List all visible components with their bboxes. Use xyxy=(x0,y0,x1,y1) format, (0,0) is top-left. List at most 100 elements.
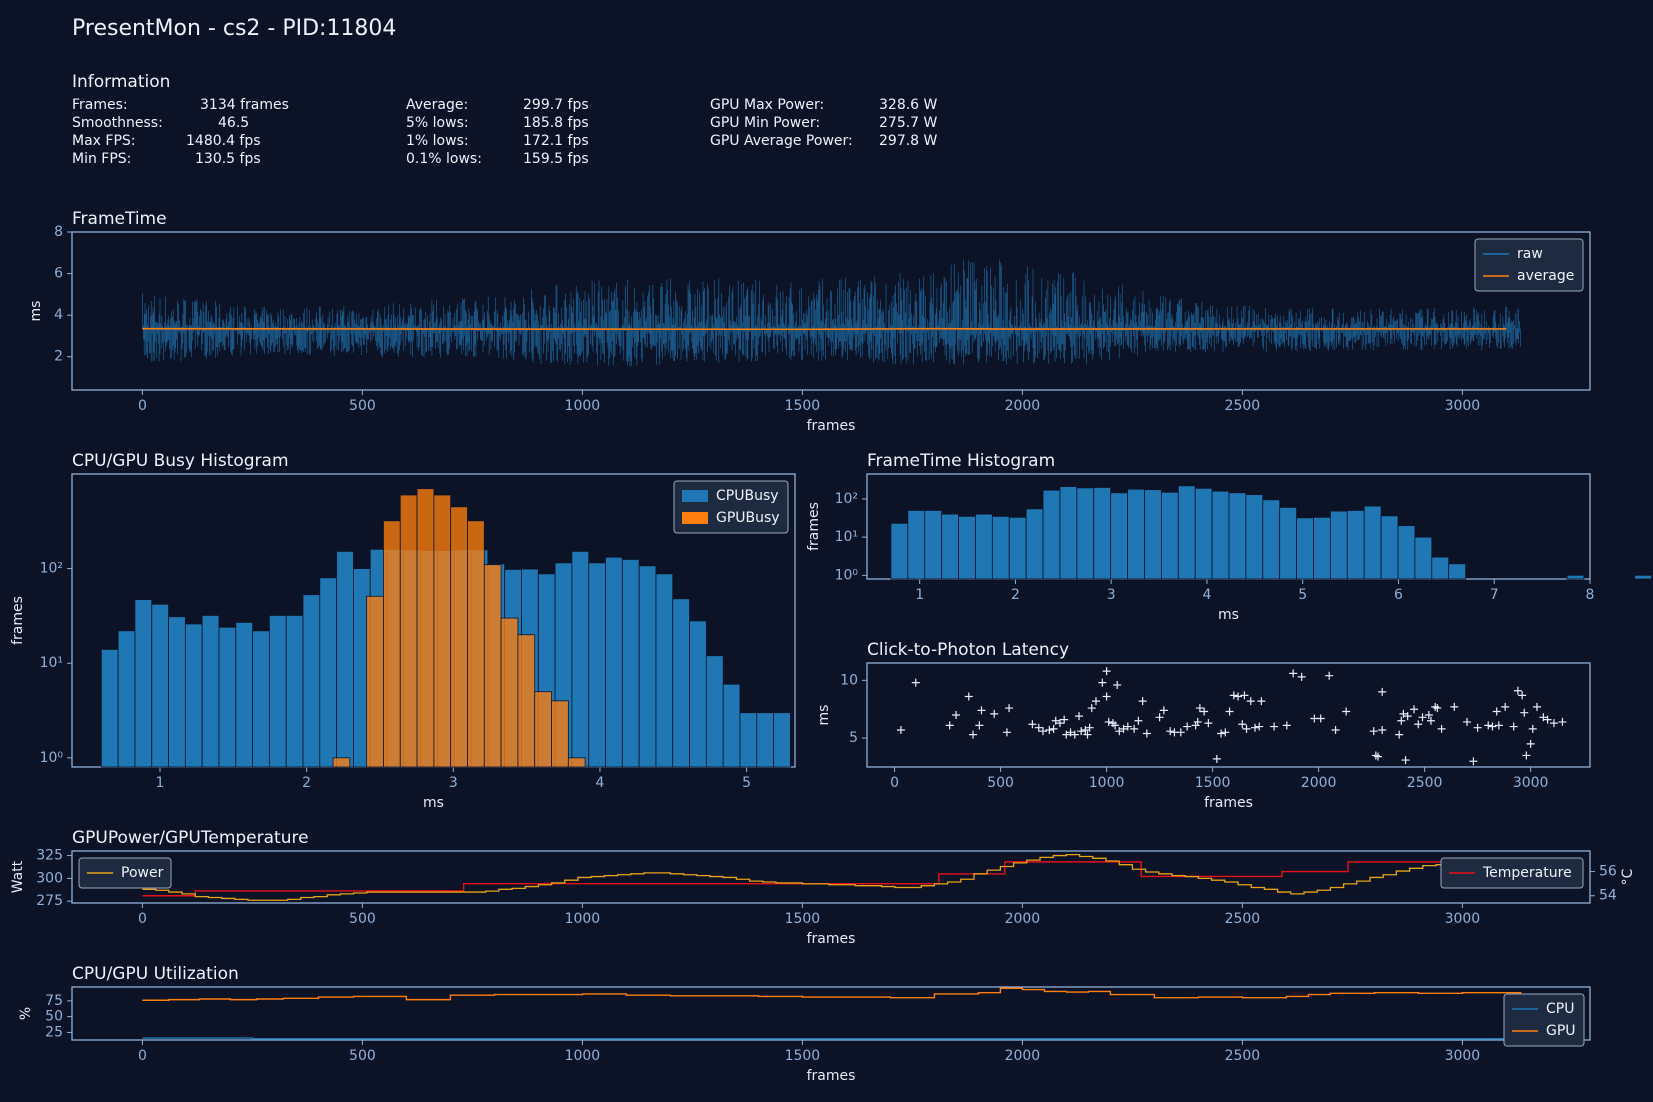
x-tick-label: 5 xyxy=(1298,587,1307,603)
bar-cpubusy xyxy=(621,559,640,768)
scatter-point xyxy=(1098,678,1107,687)
bar-frametime xyxy=(1313,516,1331,580)
y-tick-label: 10² xyxy=(40,561,63,577)
y-tick-label: 6 xyxy=(54,266,63,282)
chart-cpu-gpu-util: CPU/GPU Utilization 255075% 0 500 1000 1500 20… xyxy=(18,964,1591,1084)
scatter-point xyxy=(990,709,999,718)
scatter-point xyxy=(1509,722,1518,731)
bar-cpubusy xyxy=(302,594,321,768)
x-tick-label: 2500 xyxy=(1225,911,1261,927)
scatter-point xyxy=(1038,727,1047,736)
bar-gpubusy xyxy=(399,494,418,768)
bar-gpubusy xyxy=(366,595,384,768)
bar-frametime xyxy=(1329,510,1348,580)
scatter-point xyxy=(1034,723,1043,732)
bar-frametime xyxy=(1127,488,1145,580)
scatter-point xyxy=(975,721,984,730)
chart-title: Click-to-Photon Latency xyxy=(867,640,1069,660)
x-tick-label: 7 xyxy=(1490,587,1499,603)
bar-gpubusy xyxy=(517,634,536,768)
scatter-point xyxy=(1195,704,1204,713)
chart-title: CPU/GPU Busy Histogram xyxy=(72,451,289,471)
x-tick-label: 500 xyxy=(349,398,376,414)
x-tick-label: 1 xyxy=(156,775,165,791)
series-raw xyxy=(142,259,1521,367)
x-tick-label: 2000 xyxy=(1005,398,1041,414)
x-tick-label: 3 xyxy=(449,775,458,791)
plot-frame xyxy=(71,986,1591,1041)
scatter-point xyxy=(1378,687,1387,696)
scatter-point xyxy=(1049,724,1058,733)
y-tick-label: 10² xyxy=(835,491,858,507)
scatter-point xyxy=(1087,704,1096,713)
bar-frametime xyxy=(1346,510,1365,580)
x-axis-label: frames xyxy=(1204,795,1253,811)
y-tick-label: 75 xyxy=(45,993,63,1009)
scatter-point xyxy=(1200,707,1209,716)
scatter-point xyxy=(945,721,954,730)
bar-gpubusy xyxy=(483,564,502,768)
scatter-point xyxy=(1526,739,1535,748)
scatter-point xyxy=(1155,713,1164,722)
bar-frametime xyxy=(1397,525,1416,580)
y-tick-label: 10¹ xyxy=(835,529,858,545)
x-tick-label: 4 xyxy=(1202,587,1211,603)
x-tick-label: 0 xyxy=(890,775,899,791)
y-axis-label: ms xyxy=(816,705,832,726)
bar-frametime xyxy=(1448,563,1467,580)
plot-frame xyxy=(71,231,1591,391)
bar-cpubusy xyxy=(571,551,590,768)
bar-gpubusy xyxy=(567,757,586,768)
scatter-point xyxy=(1494,721,1503,730)
bar-cpubusy xyxy=(739,712,758,768)
y-right-tick-label: 54 xyxy=(1599,888,1617,904)
scatter-point xyxy=(1528,724,1537,733)
x-tick-label: 8 xyxy=(1586,587,1595,603)
scatter-point xyxy=(1549,719,1558,728)
legend-swatch xyxy=(682,512,708,524)
scatter-point xyxy=(1501,702,1510,711)
bar-frametime xyxy=(1194,487,1213,580)
bar-cpubusy xyxy=(756,712,774,768)
scatter-point xyxy=(1433,704,1442,713)
scatter-point xyxy=(1229,691,1238,700)
scatter-point xyxy=(1191,721,1200,730)
x-axis-label: frames xyxy=(807,931,856,947)
legend-entry: raw xyxy=(1517,246,1543,262)
bar-cpubusy xyxy=(655,573,674,768)
scatter-point xyxy=(1414,720,1423,729)
bar-frametime xyxy=(1160,491,1179,580)
x-tick-label: 2500 xyxy=(1407,775,1443,791)
scatter-point xyxy=(1331,726,1340,735)
y-tick-label: 50 xyxy=(45,1009,63,1025)
scatter-point xyxy=(1102,692,1111,701)
scatter-point xyxy=(1221,728,1230,737)
y-tick-label: 275 xyxy=(36,893,63,909)
chart-title: CPU/GPU Utilization xyxy=(72,964,239,984)
bar-cpubusy xyxy=(218,626,237,768)
bar-frametime xyxy=(1262,499,1281,580)
scatter-point xyxy=(1075,712,1084,721)
series-power xyxy=(142,853,1516,901)
bar-frametime xyxy=(1380,515,1399,580)
chart-frametime-hist: FrameTime Histogram 10⁰ 10¹ 10² frames 1 2 3 4 5 6… xyxy=(806,451,1652,623)
scatter-point xyxy=(1134,716,1143,725)
legend-entry: CPUBusy xyxy=(716,488,779,504)
y-tick-label: 10⁰ xyxy=(40,750,64,766)
scatter-point xyxy=(1431,702,1440,711)
x-tick-label: 1500 xyxy=(785,1048,821,1064)
x-tick-label: 1000 xyxy=(565,398,601,414)
scatter-point xyxy=(1373,752,1382,761)
bar-cpubusy xyxy=(117,630,136,768)
bar-frametime xyxy=(1431,556,1450,580)
series-cpu xyxy=(142,1037,1522,1040)
bar-cpubusy xyxy=(336,551,354,768)
bar-frametime xyxy=(1144,489,1162,580)
x-tick-label: 2500 xyxy=(1225,1048,1261,1064)
x-axis-label: frames xyxy=(807,418,856,434)
bar-cpubusy xyxy=(151,603,169,768)
scatter-point xyxy=(1166,727,1175,736)
chart-gpu-power-temp: GPUPower/GPUTemperature 275 300 325 Watt 0 500… xyxy=(10,828,1636,947)
scatter-point xyxy=(1469,757,1478,766)
bar-frametime xyxy=(1211,490,1230,580)
